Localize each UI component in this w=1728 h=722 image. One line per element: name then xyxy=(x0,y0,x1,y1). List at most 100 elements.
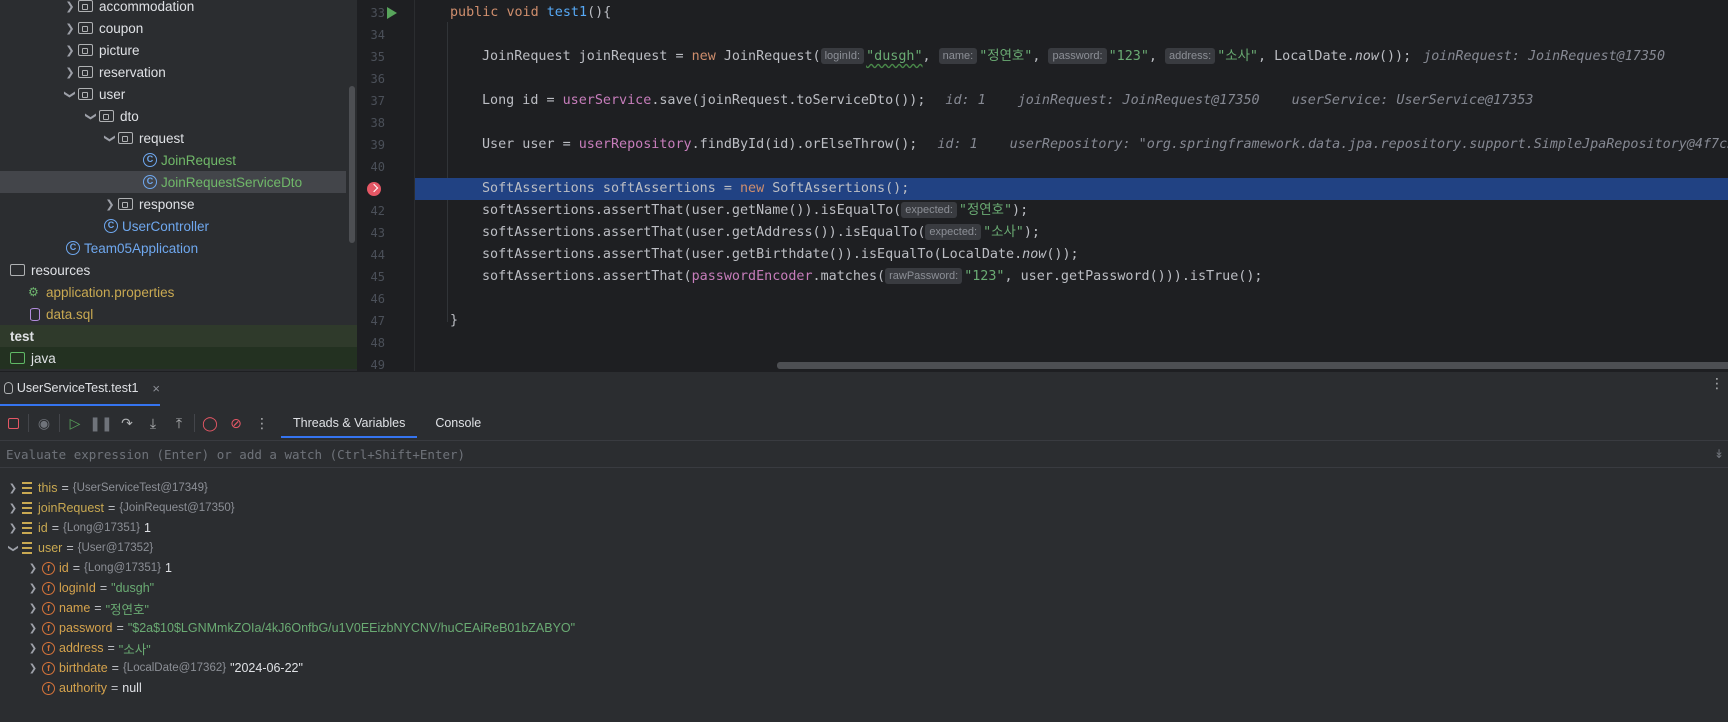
step-out-button[interactable]: ⤒ xyxy=(166,411,192,435)
method-name: test1 xyxy=(546,5,588,20)
breakpoint-icon[interactable] xyxy=(367,182,381,196)
code-line-33[interactable]: public void test1(){ xyxy=(415,2,1728,24)
mute-breakpoints-button[interactable]: ⊘ xyxy=(223,411,249,435)
tree-item-dto[interactable]: ❯ dto xyxy=(0,105,357,127)
editor-gutter[interactable]: 33 34 35 36 37 38 39 40 41 42 43 44 45 4… xyxy=(357,0,415,371)
view-breakpoints-list-button[interactable]: ◯ xyxy=(197,411,223,435)
chevron-right-icon[interactable]: ❯ xyxy=(26,563,40,574)
variable-row-user-id[interactable]: ❯ f id = {Long@17351} 1 xyxy=(0,558,1728,578)
tree-item-label: test xyxy=(10,328,35,344)
chevron-right-icon[interactable]: ❯ xyxy=(6,523,20,534)
resume-button[interactable]: ▷ xyxy=(62,411,88,435)
tree-item-label: reservation xyxy=(99,64,166,80)
tree-item-user[interactable]: ❯ user xyxy=(0,83,357,105)
chevron-down-icon[interactable]: ❯ xyxy=(104,130,117,146)
code-text: JoinRequest( xyxy=(715,49,821,64)
variable-row-password[interactable]: ❯ f password = "$2a$10$LGNMmkZOIa/4kJ6Onf… xyxy=(0,618,1728,638)
expand-eval-icon[interactable]: ↡ xyxy=(1714,447,1724,461)
string-literal: "정연호" xyxy=(979,49,1033,64)
step-into-button[interactable]: ⤓ xyxy=(140,411,166,435)
code-text: .save(joinRequest.toServiceDto()); xyxy=(651,93,926,108)
chevron-right-icon[interactable]: ❯ xyxy=(62,0,78,13)
debug-session-tab[interactable]: UserServiceTest.test1 × xyxy=(0,372,160,406)
step-over-button[interactable]: ↷ xyxy=(114,411,140,435)
chevron-right-icon[interactable]: ❯ xyxy=(102,198,118,211)
tree-item-joinrequest[interactable]: C JoinRequest xyxy=(0,149,357,171)
variable-row-name[interactable]: ❯ f name = "정연호" xyxy=(0,598,1728,618)
chevron-right-icon[interactable]: ❯ xyxy=(26,603,40,614)
variable-row-birthdate[interactable]: ❯ f birthdate = {LocalDate@17362} "2024-0… xyxy=(0,658,1728,678)
chevron-right-icon[interactable]: ❯ xyxy=(6,503,20,514)
code-line-44[interactable]: softAssertions.assertThat(user.getBirthd… xyxy=(415,244,1728,266)
variable-value: "$2a$10$LGNMmkZOIa/4kJ6OnfbG/u1V0EEizbNY… xyxy=(127,621,576,635)
pause-button[interactable]: ❚❚ xyxy=(88,411,114,435)
chevron-right-icon[interactable]: ❯ xyxy=(26,643,40,654)
tree-item-java[interactable]: java xyxy=(0,347,357,369)
variable-row-joinrequest[interactable]: ❯ joinRequest = {JoinRequest@17350} xyxy=(0,498,1728,518)
tree-item-request[interactable]: ❯ request xyxy=(0,127,357,149)
tree-item-label: picture xyxy=(99,42,140,58)
close-icon[interactable]: × xyxy=(152,381,160,396)
tree-item-team05application[interactable]: C Team05Application xyxy=(0,237,357,259)
variable-reference: {LocalDate@17362} xyxy=(122,662,227,674)
pause-icon: ❚❚ xyxy=(89,414,113,431)
code-text: ); xyxy=(1012,203,1029,218)
string-literal: "소사" xyxy=(1217,49,1258,64)
chevron-down-icon[interactable]: ❯ xyxy=(64,86,77,102)
code-text: softAssertions.assertThat(user.getBirthd… xyxy=(482,247,1023,262)
tree-item-application-properties[interactable]: ⚙ application.properties xyxy=(0,281,357,303)
chevron-down-icon[interactable]: ❯ xyxy=(8,541,19,555)
code-line-39[interactable]: User user = userRepository.findById(id).… xyxy=(415,134,1728,156)
chevron-down-icon[interactable]: ❯ xyxy=(85,108,98,124)
chevron-right-icon[interactable]: ❯ xyxy=(26,623,40,634)
tree-item-usercontroller[interactable]: C UserController xyxy=(0,215,357,237)
tree-item-coupon[interactable]: ❯ coupon xyxy=(0,17,357,39)
variable-row-user[interactable]: ❯ user = {User@17352} xyxy=(0,538,1728,558)
mute-breakpoints-icon: ⊘ xyxy=(230,414,242,431)
run-test-icon[interactable] xyxy=(387,7,397,19)
variable-row-loginid[interactable]: ❯ f loginId = "dusgh" xyxy=(0,578,1728,598)
code-line-47[interactable]: } xyxy=(415,310,1728,332)
more-options-icon[interactable]: ⋮ xyxy=(1710,376,1724,390)
chevron-right-icon[interactable]: ❯ xyxy=(62,22,78,35)
package-icon xyxy=(99,110,114,122)
line-number: 42 xyxy=(370,204,385,218)
variable-row-address[interactable]: ❯ f address = "소사" xyxy=(0,638,1728,658)
tree-item-picture[interactable]: ❯ picture xyxy=(0,39,357,61)
evaluate-expression-input[interactable] xyxy=(6,446,1686,462)
tab-console[interactable]: Console xyxy=(423,408,493,438)
tree-item-test[interactable]: test xyxy=(0,325,357,347)
editor-horizontal-scrollbar[interactable] xyxy=(777,362,1728,369)
view-breakpoints-button[interactable]: ◉ xyxy=(31,411,57,435)
string-literal: "소사" xyxy=(983,225,1024,240)
tree-item-response[interactable]: ❯ response xyxy=(0,193,357,215)
tree-item-data-sql[interactable]: data.sql xyxy=(0,303,357,325)
tab-threads-variables[interactable]: Threads & Variables xyxy=(281,408,418,438)
tree-item-joinrequestservicedto[interactable]: C JoinRequestServiceDto xyxy=(0,171,346,193)
tree-item-resources[interactable]: resources xyxy=(0,259,357,281)
stop-button[interactable] xyxy=(0,411,26,435)
chevron-right-icon[interactable]: ❯ xyxy=(62,66,78,79)
local-variable-icon xyxy=(22,482,32,494)
field-icon: f xyxy=(42,581,55,595)
tree-item-reservation[interactable]: ❯ reservation xyxy=(0,61,357,83)
code-line-37[interactable]: Long id = userService.save(joinRequest.t… xyxy=(415,90,1728,112)
tree-item-accommodation[interactable]: ❯ accommodation xyxy=(0,0,357,17)
chevron-right-icon[interactable]: ❯ xyxy=(6,483,20,494)
chevron-right-icon[interactable]: ❯ xyxy=(26,663,40,674)
chevron-right-icon[interactable]: ❯ xyxy=(62,44,78,57)
chevron-right-icon[interactable]: ❯ xyxy=(26,583,40,594)
keyword: public xyxy=(450,5,499,20)
variable-row-id[interactable]: ❯ id = {Long@17351} 1 xyxy=(0,518,1728,538)
code-line-42[interactable]: softAssertions.assertThat(user.getName()… xyxy=(415,200,1728,222)
code-line-41-current[interactable]: SoftAssertions softAssertions = new Soft… xyxy=(415,178,1728,200)
code-editor[interactable]: 33 34 35 36 37 38 39 40 41 42 43 44 45 4… xyxy=(357,0,1728,371)
variable-name: name xyxy=(59,601,91,615)
tree-scrollbar[interactable] xyxy=(349,86,355,243)
code-line-45[interactable]: softAssertions.assertThat(passwordEncode… xyxy=(415,266,1728,288)
more-actions-button[interactable]: ⋮ xyxy=(249,411,275,435)
variable-row-this[interactable]: ❯ this = {UserServiceTest@17349} xyxy=(0,478,1728,498)
variable-row-authority[interactable]: f authority = null xyxy=(0,678,1728,698)
code-line-43[interactable]: softAssertions.assertThat(user.getAddres… xyxy=(415,222,1728,244)
code-line-35[interactable]: JoinRequest joinRequest = new JoinReques… xyxy=(415,46,1728,68)
